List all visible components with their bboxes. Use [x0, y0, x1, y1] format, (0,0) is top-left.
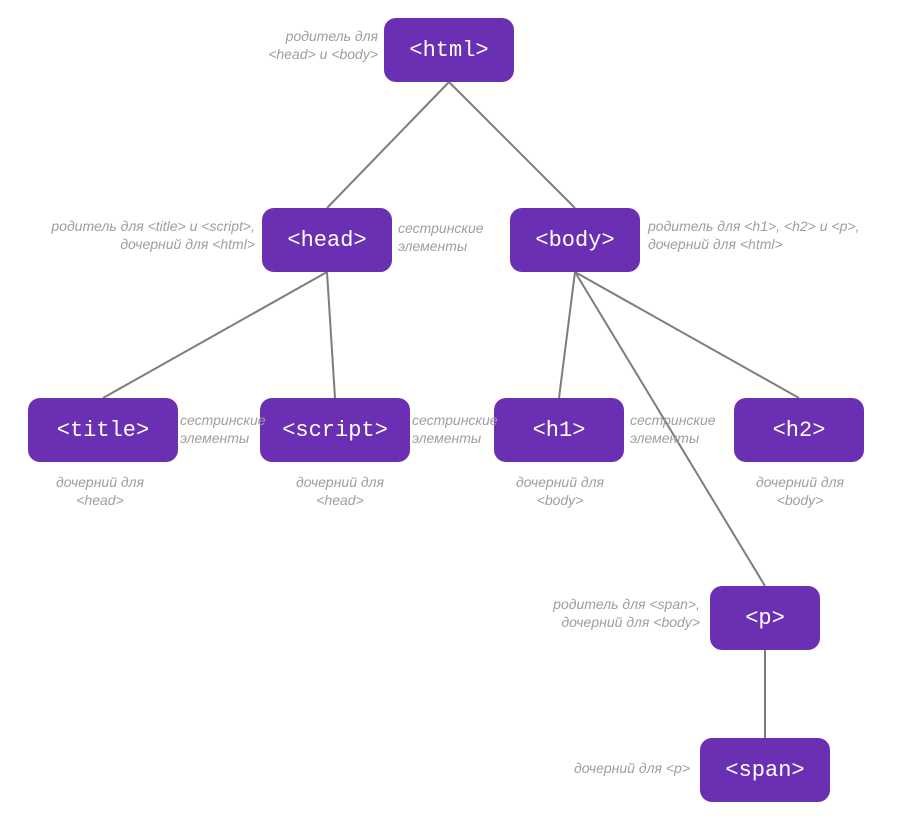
node-label: <body>	[535, 228, 614, 253]
dom-tree-diagram: { "colors": { "node_bg": "#6b2fb3", "nod…	[0, 0, 900, 820]
node-label: <h1>	[533, 418, 586, 443]
node-p: <p>	[710, 586, 820, 650]
annotation-siblings-ts: сестринскиеэлементы	[180, 412, 260, 447]
node-label: <script>	[282, 418, 388, 443]
annotation-siblings-hb: сестринскиеэлементы	[398, 220, 504, 255]
node-title: <title>	[28, 398, 178, 462]
node-script: <script>	[260, 398, 410, 462]
node-head: <head>	[262, 208, 392, 272]
annotation-h1-child: дочерний для<body>	[500, 474, 620, 509]
node-label: <html>	[409, 38, 488, 63]
node-span: <span>	[700, 738, 830, 802]
node-body: <body>	[510, 208, 640, 272]
annotation-siblings-h1h2: сестринскиеэлементы	[630, 412, 730, 447]
annotation-body: родитель для <h1>, <h2> и <p>,дочерний д…	[648, 218, 878, 253]
node-h2: <h2>	[734, 398, 864, 462]
annotation-title-child: дочерний для<head>	[40, 474, 160, 509]
annotation-html: родитель для<head> и <body>	[250, 28, 378, 63]
annotation-siblings-sh1: сестринскиеэлементы	[412, 412, 492, 447]
node-label: <span>	[725, 758, 804, 783]
node-h1: <h1>	[494, 398, 624, 462]
annotation-head: родитель для <title> и <script>,дочерний…	[30, 218, 255, 253]
node-html: <html>	[384, 18, 514, 82]
node-label: <h2>	[773, 418, 826, 443]
annotation-h2-child: дочерний для<body>	[740, 474, 860, 509]
node-label: <title>	[57, 418, 149, 443]
annotation-span: дочерний для <p>	[560, 760, 690, 778]
annotation-p: родитель для <span>,дочерний для <body>	[520, 596, 700, 631]
annotation-script-child: дочерний для<head>	[280, 474, 400, 509]
node-label: <head>	[287, 228, 366, 253]
node-label: <p>	[745, 606, 785, 631]
